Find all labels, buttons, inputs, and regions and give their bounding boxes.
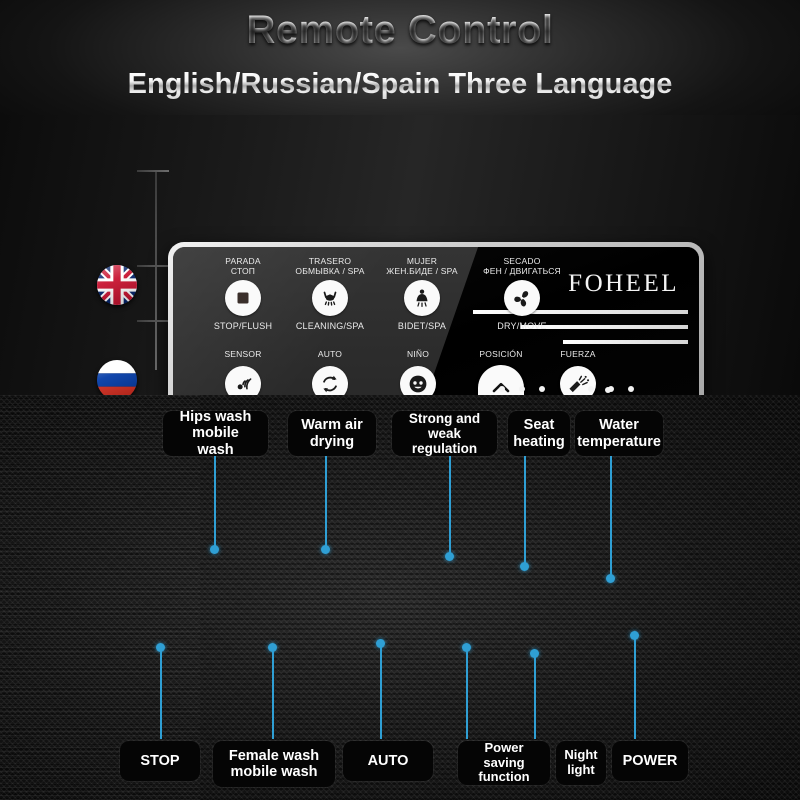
bidet-icon[interactable] <box>404 280 440 316</box>
key-sensor-top-label: SENSOR <box>224 349 262 359</box>
page-header: Remote Control English/Russian/Spain Thr… <box>0 0 800 115</box>
key-cleaning-top-label: TRASERO ОБМЫВКА / SPA <box>295 256 365 276</box>
callout-text: Seat heating <box>513 417 565 450</box>
callout-auto: AUTO <box>343 741 433 781</box>
remote-showcase: FOHEEL PARADA СТОП STOP/FLUSH TRASERO ОБМЫ… <box>0 115 800 494</box>
callout-text: POWER <box>622 752 678 769</box>
key-dry-bottom-label: DRY/MOVE <box>497 321 547 331</box>
key-pressure-top-label: FUERZA <box>560 349 596 359</box>
callout-text: Female wash mobile wash <box>228 747 320 780</box>
callout-dot <box>376 639 385 648</box>
flag-connector-uk <box>137 170 169 172</box>
callout-dot <box>530 649 539 658</box>
callout-strong-weak: Strong and weak regulation <box>392 411 497 456</box>
led-indicator <box>588 386 594 392</box>
key-position-top-label: POSICIÓN <box>479 349 523 359</box>
key-auto-top-label: AUTO <box>317 349 343 359</box>
callout-text: Warm air drying <box>301 417 363 450</box>
callout-connector <box>634 635 636 739</box>
key-stop-top-label: PARADA СТОП <box>225 256 261 276</box>
led-indicator <box>608 386 614 392</box>
callout-dot <box>210 545 219 554</box>
callout-stop: STOP <box>120 741 200 781</box>
callout-hips-wash: Hips wash mobile wash <box>163 409 268 458</box>
flag-connector-ru <box>137 265 169 267</box>
key-bidet-bottom-label: BIDET/SPA <box>397 321 447 331</box>
led-indicator <box>628 386 634 392</box>
led-indicator <box>499 386 505 392</box>
key-children-top-label: NIÑO <box>406 349 430 359</box>
callout-power: POWER <box>612 741 688 781</box>
callout-dot <box>156 643 165 652</box>
brand-bar-1 <box>473 310 688 314</box>
led-indicator <box>519 386 525 392</box>
callout-connector <box>272 647 274 739</box>
callout-connector <box>524 456 526 566</box>
key-dry-top-label: SECADO ФЕН / ДВИГАТЬСЯ <box>483 256 561 276</box>
callout-dot <box>606 574 615 583</box>
side-panel-showcase: Hips wash mobile wash Warm air drying Stro… <box>0 395 800 800</box>
callout-connector <box>610 456 612 578</box>
callout-dot <box>321 545 330 554</box>
callout-text: Night light <box>564 747 598 777</box>
callout-dot <box>445 552 454 561</box>
key-bidet-top-label: MUJER ЖЕН.БИДЕ / SPA <box>386 256 458 276</box>
stop-square-icon[interactable] <box>225 280 261 316</box>
callout-seat-heating: Seat heating <box>508 411 570 456</box>
callout-text: Hips wash mobile wash <box>179 409 252 458</box>
callout-dot <box>462 643 471 652</box>
callout-connector <box>380 643 382 739</box>
callout-connector <box>534 653 536 739</box>
page-subtitle: English/Russian/Spain Three Language <box>0 68 800 101</box>
brand-logo: FOHEEL <box>568 270 679 297</box>
flag-connector-vertical <box>155 170 157 370</box>
fan-dry-icon[interactable] <box>504 280 540 316</box>
callout-connector <box>466 647 468 739</box>
brand-bar-3 <box>563 340 688 344</box>
callout-dot <box>268 643 277 652</box>
led-indicator <box>539 386 545 392</box>
callout-connector <box>214 456 216 549</box>
callout-female-wash: Female wash mobile wash <box>213 741 335 787</box>
russia-flag-icon <box>97 360 137 400</box>
callout-dot <box>520 562 529 571</box>
callout-text: Strong and weak regulation <box>408 410 481 457</box>
callout-connector <box>160 647 162 739</box>
rear-wash-icon[interactable] <box>312 280 348 316</box>
flag-connector-es <box>137 320 169 322</box>
page-title: Remote Control <box>0 8 800 53</box>
callout-power-saving: Power saving function <box>458 741 550 785</box>
infographic-page: Remote Control English/Russian/Spain Thr… <box>0 0 800 800</box>
callout-text: Water temperature <box>577 417 661 450</box>
callout-dot <box>630 631 639 640</box>
uk-flag-icon <box>97 265 137 305</box>
callout-text: AUTO <box>367 752 409 769</box>
callout-connector <box>449 456 451 556</box>
callout-connector <box>325 456 327 549</box>
callout-night-light: Night light <box>556 741 606 785</box>
callout-text: Power saving function <box>478 740 530 785</box>
callout-text: STOP <box>140 752 180 769</box>
key-cleaning-bottom-label: CLEANING/SPA <box>295 321 365 331</box>
callout-water-temperature: Water temperature <box>575 411 663 456</box>
callout-warm-air-drying: Warm air drying <box>288 411 376 456</box>
